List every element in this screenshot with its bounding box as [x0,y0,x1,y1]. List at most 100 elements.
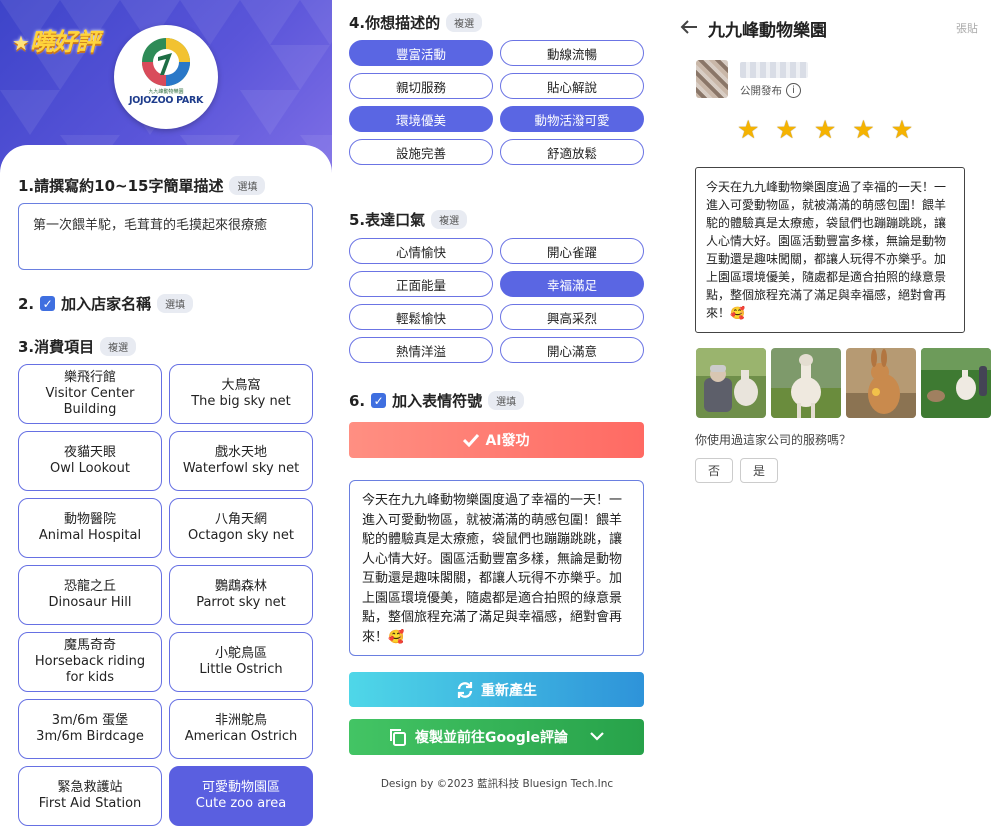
section1-title: 1.請撰寫約10~15字簡單描述 選填 [18,175,266,196]
star-rating[interactable]: ★ ★ ★ ★ ★ [737,116,913,144]
section3-title-text: 3.消費項目 [18,338,95,356]
section6-title: 6. ✓ 加入表情符號 選填 [349,390,525,411]
post-button[interactable]: 張貼 [956,20,978,36]
star-icon[interactable]: ★ [737,116,759,144]
section5-option-pill[interactable]: 開心雀躍 [500,238,644,264]
consumption-item-en1: 3m/6m Birdcage [36,729,144,744]
consumption-item-zh: 3m/6m 蛋堡 [51,713,129,728]
consumption-item-button[interactable]: 八角天網 Octagon sky net [169,498,313,558]
star-icon[interactable]: ★ [814,116,836,144]
section2-title: 2. ✓ 加入店家名稱 選填 [18,293,194,314]
consumption-item-button[interactable]: 非洲鴕鳥 American Ostrich [169,699,313,759]
google-review-panel: 九九峰動物樂園 張貼 公開發布 i ★ ★ ★ ★ ★ 今天在九九峰動物樂園度過了幸福的… [662,0,1000,839]
consumption-item-button[interactable]: 鸚鵡森林 Parrot sky net [169,565,313,625]
consumption-item-zh: 恐龍之丘 [63,579,116,594]
include-emoji-checkbox[interactable]: ✓ [371,393,387,408]
consumption-item-en1: The big sky net [191,394,291,409]
consumption-item-button[interactable]: 緊急救護站 First Aid Station [18,766,162,826]
consumption-item-zh: 戲水天地 [214,445,267,460]
consumption-item-en1: Animal Hospital [38,528,142,543]
regenerate-button[interactable]: 重新產生 [349,672,644,707]
info-icon[interactable]: i [786,83,801,98]
ai-generate-button[interactable]: AI發功 [349,422,644,458]
section5-option-pill[interactable]: 熱情洋溢 [349,337,493,363]
visibility-label: 公開發布 i [740,83,801,98]
photo-thumbnail-1[interactable] [696,348,766,418]
consumption-item-button[interactable]: 恐龍之丘 Dinosaur Hill [18,565,162,625]
consumption-item-button[interactable]: 樂飛行館 Visitor Center Building [18,364,162,424]
short-description-input[interactable]: 第一次餵羊駝，毛茸茸的毛摸起來很療癒 [18,203,313,270]
section6-number: 6. [349,391,366,410]
generated-review-textarea[interactable]: 今天在九九峰動物樂園度過了幸福的一天！一進入可愛動物區，就被滿滿的萌感包圍！餵羊… [349,480,644,656]
chevron-down-icon[interactable] [590,729,604,745]
checkmark-icon [463,433,480,447]
no-button[interactable]: 否 [695,458,733,483]
consumption-item-zh: 八角天網 [214,512,267,527]
star-icon[interactable]: ★ [775,116,797,144]
section4-option-pill[interactable]: 豐富活動 [349,40,493,66]
section5-option-pill[interactable]: 興高采烈 [500,304,644,330]
consumption-item-button[interactable]: 小鴕鳥區 Little Ostrich [169,632,313,692]
include-store-name-checkbox[interactable]: ✓ [40,296,56,311]
section5-option-pill[interactable]: 幸福滿足 [500,271,644,297]
zoo-logo-subtitle: 九九峰動物樂園 [148,89,184,95]
back-arrow-icon[interactable] [680,16,698,40]
photo-thumbnail-3[interactable] [846,348,916,418]
consumption-item-en1: Parrot sky net [196,595,286,610]
star-icon[interactable]: ★ [852,116,874,144]
photo-thumbnail-2[interactable] [771,348,841,418]
section5-title-text: 5.表達口氣 [349,211,426,229]
consumption-item-button[interactable]: 夜貓天眼 Owl Lookout [18,431,162,491]
consumption-item-zh: 非洲鴕鳥 [214,713,267,728]
consumption-item-en1: Octagon sky net [187,528,295,543]
refresh-icon [457,681,473,698]
consumption-item-en1: Owl Lookout [50,461,130,476]
service-question: 你使用過這家公司的服務嗎？ [695,433,852,447]
section4-title-text: 4.你想描述的 [349,14,441,32]
check-icon: ✓ [42,296,53,311]
star-icon: ★ [12,31,30,55]
section5-title: 5.表達口氣 複選 [349,209,468,230]
section3-title: 3.消費項目 複選 [18,336,137,357]
user-name-blurred [740,62,808,78]
section4-option-pill[interactable]: 貼心解說 [500,73,644,99]
consumption-item-zh: 樂飛行館 [63,370,116,385]
consumption-item-en1: Waterfowl sky net [182,461,300,476]
consumption-item-button[interactable]: 大鳥窩 The big sky net [169,364,313,424]
consumption-item-button[interactable]: 動物醫院 Animal Hospital [18,498,162,558]
section4-option-pill[interactable]: 環境優美 [349,106,493,132]
ai-generate-label: AI發功 [485,433,530,449]
check-icon: ✓ [373,393,384,408]
review-text-field[interactable]: 今天在九九峰動物樂園度過了幸福的一天！一進入可愛動物區，就被滿滿的萌感包圍！餵羊… [695,167,965,333]
section5-option-pill[interactable]: 正面能量 [349,271,493,297]
consumption-item-en1: Little Ostrich [199,662,283,677]
multi-select-tag: 複選 [100,337,137,356]
section4-option-pill[interactable]: 動物活潑可愛 [500,106,644,132]
section4-option-pill[interactable]: 動線流暢 [500,40,644,66]
section5-option-pill[interactable]: 心情愉快 [349,238,493,264]
section5-option-pill[interactable]: 開心滿意 [500,337,644,363]
consumption-item-zh: 魔馬奇奇 [63,638,116,653]
avatar [696,60,728,98]
zoo-logo-mark-icon [142,38,190,86]
visibility-text: 公開發布 [740,85,782,97]
consumption-item-button[interactable]: 可愛動物園區 Cute zoo area [169,766,313,826]
consumption-item-button[interactable]: 3m/6m 蛋堡 3m/6m Birdcage [18,699,162,759]
section5-option-pill[interactable]: 輕鬆愉快 [349,304,493,330]
star-icon[interactable]: ★ [891,116,913,144]
place-title: 九九峰動物樂園 [708,21,827,41]
consumption-item-en2: for kids [65,670,115,685]
copy-and-google-review-button[interactable]: 複製並前往Google評論 [349,719,644,755]
optional-tag: 選填 [229,176,266,195]
section4-option-pill[interactable]: 親切服務 [349,73,493,99]
section4-option-pill[interactable]: 舒適放鬆 [500,139,644,165]
section4-option-pill[interactable]: 設施完善 [349,139,493,165]
multi-select-tag: 複選 [431,210,468,229]
photo-thumbnail-4[interactable] [921,348,991,418]
consumption-item-button[interactable]: 戲水天地 Waterfowl sky net [169,431,313,491]
zoo-logo-name: JOJOZOO PARK [128,95,204,106]
section6-title-text: 加入表情符號 [392,392,483,410]
yes-button[interactable]: 是 [740,458,778,483]
section2-number: 2. [18,294,35,313]
consumption-item-button[interactable]: 魔馬奇奇 Horseback riding for kids [18,632,162,692]
